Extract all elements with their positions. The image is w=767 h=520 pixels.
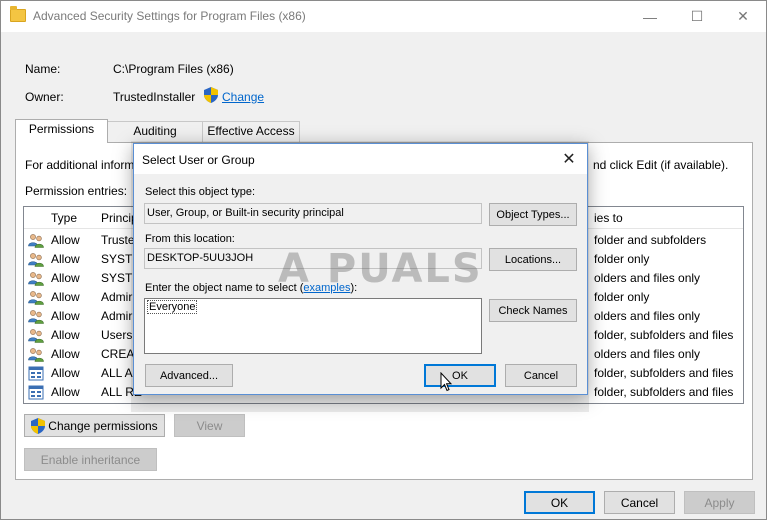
enter-name-prefix: Enter the object name to select ( <box>145 282 304 294</box>
locations-button[interactable]: Locations... <box>489 248 577 271</box>
enable-inheritance-button[interactable]: Enable inheritance <box>24 448 157 471</box>
location-label: From this location: <box>145 233 235 245</box>
examples-link[interactable]: examples <box>303 282 350 294</box>
users-icon <box>28 290 44 305</box>
maximize-button[interactable]: ☐ <box>674 1 720 32</box>
entry-type: Allow <box>51 328 80 342</box>
entry-applies-to: olders and files only <box>594 309 701 323</box>
check-names-button[interactable]: Check Names <box>489 299 577 322</box>
close-button[interactable]: ✕ <box>720 1 766 32</box>
title-bar: Advanced Security Settings for Program F… <box>1 1 766 32</box>
dialog-ok-button[interactable]: OK <box>424 364 496 387</box>
owner-label: Owner: <box>25 90 64 104</box>
entry-applies-to: folder, subfolders and files <box>594 366 734 380</box>
cancel-button[interactable]: Cancel <box>604 491 675 514</box>
uac-shield-icon <box>204 87 218 103</box>
uac-shield-icon <box>31 417 46 434</box>
mouse-cursor-icon <box>440 372 452 392</box>
location-field: DESKTOP-5UU3JOH <box>144 248 482 269</box>
tab-permissions[interactable]: Permissions <box>15 119 108 143</box>
users-icon <box>28 252 44 267</box>
users-icon <box>28 328 44 343</box>
window-title: Advanced Security Settings for Program F… <box>33 9 306 23</box>
entry-type: Allow <box>51 385 80 399</box>
tab-auditing[interactable]: Auditing <box>107 121 203 142</box>
column-applies-to[interactable]: ies to <box>594 211 623 225</box>
users-icon <box>28 347 44 362</box>
dialog-title: Select User or Group <box>142 153 255 167</box>
entry-applies-to: olders and files only <box>594 271 701 285</box>
change-permissions-button[interactable]: Change permissions <box>24 414 165 437</box>
minimize-button[interactable]: — <box>627 1 673 32</box>
entry-applies-to: folder, subfolders and files <box>594 328 734 342</box>
enter-name-suffix: ): <box>350 282 358 294</box>
app-package-icon <box>28 385 44 400</box>
users-icon <box>28 233 44 248</box>
additional-info-text-left: For additional inform <box>25 158 135 172</box>
dialog-title-bar: Select User or Group ✕ <box>134 144 587 174</box>
entry-principal: Truste <box>101 233 135 247</box>
entry-principal: Admir <box>101 290 133 304</box>
entry-applies-to: folder only <box>594 290 650 304</box>
permission-entries-label: Permission entries: <box>25 184 128 198</box>
ok-button[interactable]: OK <box>524 491 595 514</box>
entry-type: Allow <box>51 366 80 380</box>
users-icon <box>28 309 44 324</box>
enter-object-name-label: Enter the object name to select (example… <box>145 282 357 294</box>
object-type-label: Select this object type: <box>145 186 256 198</box>
name-label: Name: <box>25 62 61 76</box>
additional-info-text-right: nd click Edit (if available). <box>593 158 729 172</box>
entry-applies-to: folder and subfolders <box>594 233 707 247</box>
entry-type: Allow <box>51 252 80 266</box>
column-type[interactable]: Type <box>51 211 77 225</box>
folder-icon <box>10 6 26 22</box>
object-name-textarea[interactable]: Everyone <box>144 298 482 354</box>
entry-type: Allow <box>51 233 80 247</box>
change-permissions-label: Change permissions <box>48 418 158 433</box>
name-value: C:\Program Files (x86) <box>113 62 234 76</box>
app-package-icon <box>28 366 44 381</box>
entry-applies-to: olders and files only <box>594 347 701 361</box>
object-name-value: Everyone <box>147 300 198 314</box>
owner-value: TrustedInstaller <box>113 90 196 104</box>
entry-type: Allow <box>51 309 80 323</box>
dialog-cancel-button[interactable]: Cancel <box>505 364 577 387</box>
entry-principal: Admir <box>101 309 133 323</box>
change-owner-link[interactable]: Change <box>222 90 264 104</box>
object-types-button[interactable]: Object Types... <box>489 203 577 226</box>
entry-applies-to: folder, subfolders and files <box>594 385 734 399</box>
entry-type: Allow <box>51 347 80 361</box>
entry-principal: ALL A <box>101 366 133 380</box>
select-user-dialog: Select User or Group ✕ Select this objec… <box>133 143 588 395</box>
entry-principal: Users <box>101 328 133 342</box>
dialog-close-button[interactable]: ✕ <box>557 147 581 171</box>
object-type-field: User, Group, or Built-in security princi… <box>144 203 482 224</box>
entry-type: Allow <box>51 271 80 285</box>
entry-applies-to: folder only <box>594 252 650 266</box>
advanced-button[interactable]: Advanced... <box>145 364 233 387</box>
users-icon <box>28 271 44 286</box>
tab-effective-access[interactable]: Effective Access <box>202 121 300 142</box>
view-button[interactable]: View <box>174 414 245 437</box>
entry-type: Allow <box>51 290 80 304</box>
apply-button[interactable]: Apply <box>684 491 755 514</box>
